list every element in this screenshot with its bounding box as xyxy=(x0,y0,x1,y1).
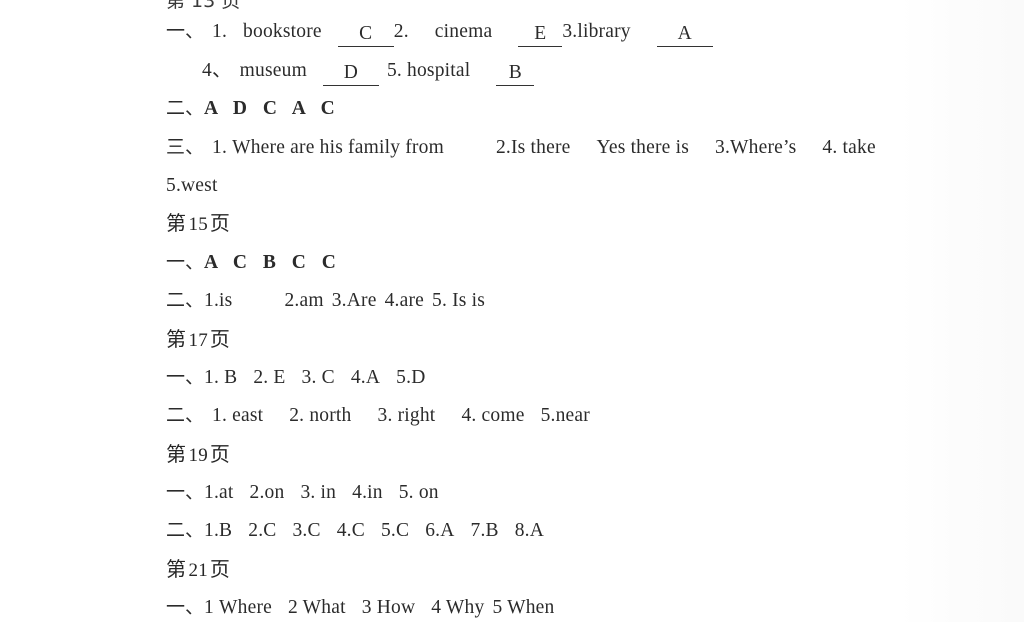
page-label-prefix: 第 xyxy=(166,556,187,581)
question-number-4: 4、 xyxy=(202,59,232,81)
item-marker: 一、 xyxy=(166,365,205,388)
answer-part-1: 1. Where are his family from xyxy=(212,136,444,158)
answer-part-5: 4. take xyxy=(822,136,876,158)
answer-part-2: 2. E xyxy=(253,366,286,388)
question-number-3: 3.library xyxy=(562,21,631,43)
answer-part-4: 4 Why xyxy=(431,597,485,619)
answer-part-6: 6.A xyxy=(425,520,455,542)
answer-part-1: 1. B xyxy=(204,366,238,388)
page-label-prefix: 第 xyxy=(166,326,187,351)
answer-part-1: 1. east xyxy=(212,405,264,427)
answer-part-1: 1 Where xyxy=(204,597,272,619)
answer-part-4: 4. come xyxy=(461,405,525,427)
item-marker: 一、 xyxy=(166,20,205,43)
answer-choices: A C B C C xyxy=(204,251,342,273)
answer-part-2: 2.Is there xyxy=(495,136,571,158)
answer-part-2: 2 What xyxy=(288,597,346,619)
answer-line-19-2: 二、1.B 2.C 3.C 4.C 5.C 6.A 7.B 8.A xyxy=(166,511,986,549)
page-heading-21: 第 21 页 xyxy=(166,550,986,588)
answer-part-8: 8.A xyxy=(514,520,545,542)
item-marker: 二、 xyxy=(166,97,205,120)
answer-part-7: 7.B xyxy=(470,520,499,542)
answer-part-4: 4.are xyxy=(384,290,424,312)
answer-part-3: Yes there is xyxy=(596,136,690,158)
item-marker: 二、 xyxy=(166,404,205,427)
answer-line-13-3-wrap: 5.west xyxy=(166,166,986,204)
page-label-suffix: 页 xyxy=(209,556,231,581)
page-heading-19: 第 19 页 xyxy=(166,435,986,473)
answer-line-13-1b: 4、 museum D 5. hospital B xyxy=(166,51,986,89)
answer-part-2: 2.C xyxy=(248,520,277,542)
page-label-suffix: 页 xyxy=(209,441,231,466)
document-page: 第 13 页 一、 1. bookstore C 2. cinema E 3.library A… xyxy=(0,0,1024,622)
answer-blank-1: C xyxy=(337,22,394,48)
item-marker: 一、 xyxy=(166,250,205,273)
answer-line-15-1: 一、A C B C C xyxy=(166,243,986,281)
answer-line-13-2: 二、A D C A C xyxy=(166,89,986,127)
answer-line-19-1: 一、1.at 2.on 3. in 4.in 5. on xyxy=(166,473,986,511)
answer-part-5: 5.D xyxy=(396,366,426,388)
answer-part-2: 2. north xyxy=(289,405,352,427)
answer-part-3: 3. right xyxy=(377,405,436,427)
answer-blank-5: B xyxy=(496,61,535,86)
item-marker: 一、 xyxy=(166,596,205,619)
answer-blank-2: E xyxy=(518,22,563,48)
item-marker: 二、 xyxy=(166,289,205,312)
answer-part-4: 4.A xyxy=(350,366,381,388)
answer-part-3: 3. C xyxy=(301,366,335,388)
spacer-row xyxy=(166,0,986,12)
question-word-bookstore: bookstore xyxy=(243,21,322,43)
answer-part-4: 4.in xyxy=(352,482,383,504)
answer-part-2: 2.on xyxy=(249,482,285,504)
answer-part-3: 3. in xyxy=(300,482,337,504)
answer-part-6: 5.west xyxy=(166,174,218,196)
page-label-suffix: 页 xyxy=(209,326,231,351)
answer-part-4: 4.C xyxy=(336,520,365,542)
answer-part-4: 3.Where’s xyxy=(715,136,797,158)
item-marker: 三、 xyxy=(166,135,205,158)
answer-key-body: 一、 1. bookstore C 2. cinema E 3.library A 4、 muse… xyxy=(166,0,986,627)
page-label-prefix: 第 xyxy=(166,441,187,466)
item-marker: 一、 xyxy=(166,481,205,504)
item-marker: 二、 xyxy=(166,519,205,542)
answer-part-5: 5. on xyxy=(398,482,439,504)
answer-line-13-3: 三、 1. Where are his family from 2.Is there… xyxy=(166,128,986,166)
page-number: 15 xyxy=(188,214,208,236)
answer-part-5: 5.near xyxy=(540,405,590,427)
question-number-1: 1. xyxy=(212,21,228,43)
page-number: 21 xyxy=(188,559,208,581)
answer-line-17-2: 二、 1. east 2. north 3. right 4. come 5.near xyxy=(166,396,986,434)
question-word-museum: museum xyxy=(239,59,307,81)
answer-line-13-1a: 一、 1. bookstore C 2. cinema E 3.library A xyxy=(166,12,986,50)
answer-part-5: 5. Is is xyxy=(432,290,486,312)
answer-part-3: 3.Are xyxy=(331,290,377,312)
question-number-2: 2. xyxy=(393,21,409,43)
answer-part-1: 1.B xyxy=(204,520,233,542)
answer-choices: A D C A C xyxy=(204,98,341,120)
page-heading-17: 第 17 页 xyxy=(166,320,986,358)
answer-part-1: 1.at xyxy=(204,482,234,504)
answer-part-3: 3 How xyxy=(361,597,416,619)
question-number-5: 5. hospital xyxy=(386,59,471,81)
page-label-suffix: 页 xyxy=(209,211,231,236)
page-number: 19 xyxy=(188,444,208,466)
answer-part-1: 1.is xyxy=(204,290,233,312)
answer-part-3: 3.C xyxy=(292,520,321,542)
answer-part-5: 5.C xyxy=(380,520,410,542)
answer-line-17-1: 一、1. B 2. E 3. C 4.A 5.D xyxy=(166,358,986,396)
question-word-cinema: cinema xyxy=(434,21,493,43)
page-label-prefix: 第 xyxy=(166,211,187,236)
page-heading-15: 第 15 页 xyxy=(166,204,986,242)
answer-blank-3: A xyxy=(656,22,713,48)
answer-line-15-2: 二、1.is 2.am 3.Are 4.are 5. Is is xyxy=(166,281,986,319)
answer-part-2: 2.am xyxy=(284,290,324,312)
answer-blank-4: D xyxy=(322,61,379,86)
answer-part-5: 5 When xyxy=(492,597,555,619)
page-number: 17 xyxy=(188,329,208,351)
answer-line-21-1: 一、1 Where 2 What 3 How 4 Why 5 When xyxy=(166,588,986,626)
